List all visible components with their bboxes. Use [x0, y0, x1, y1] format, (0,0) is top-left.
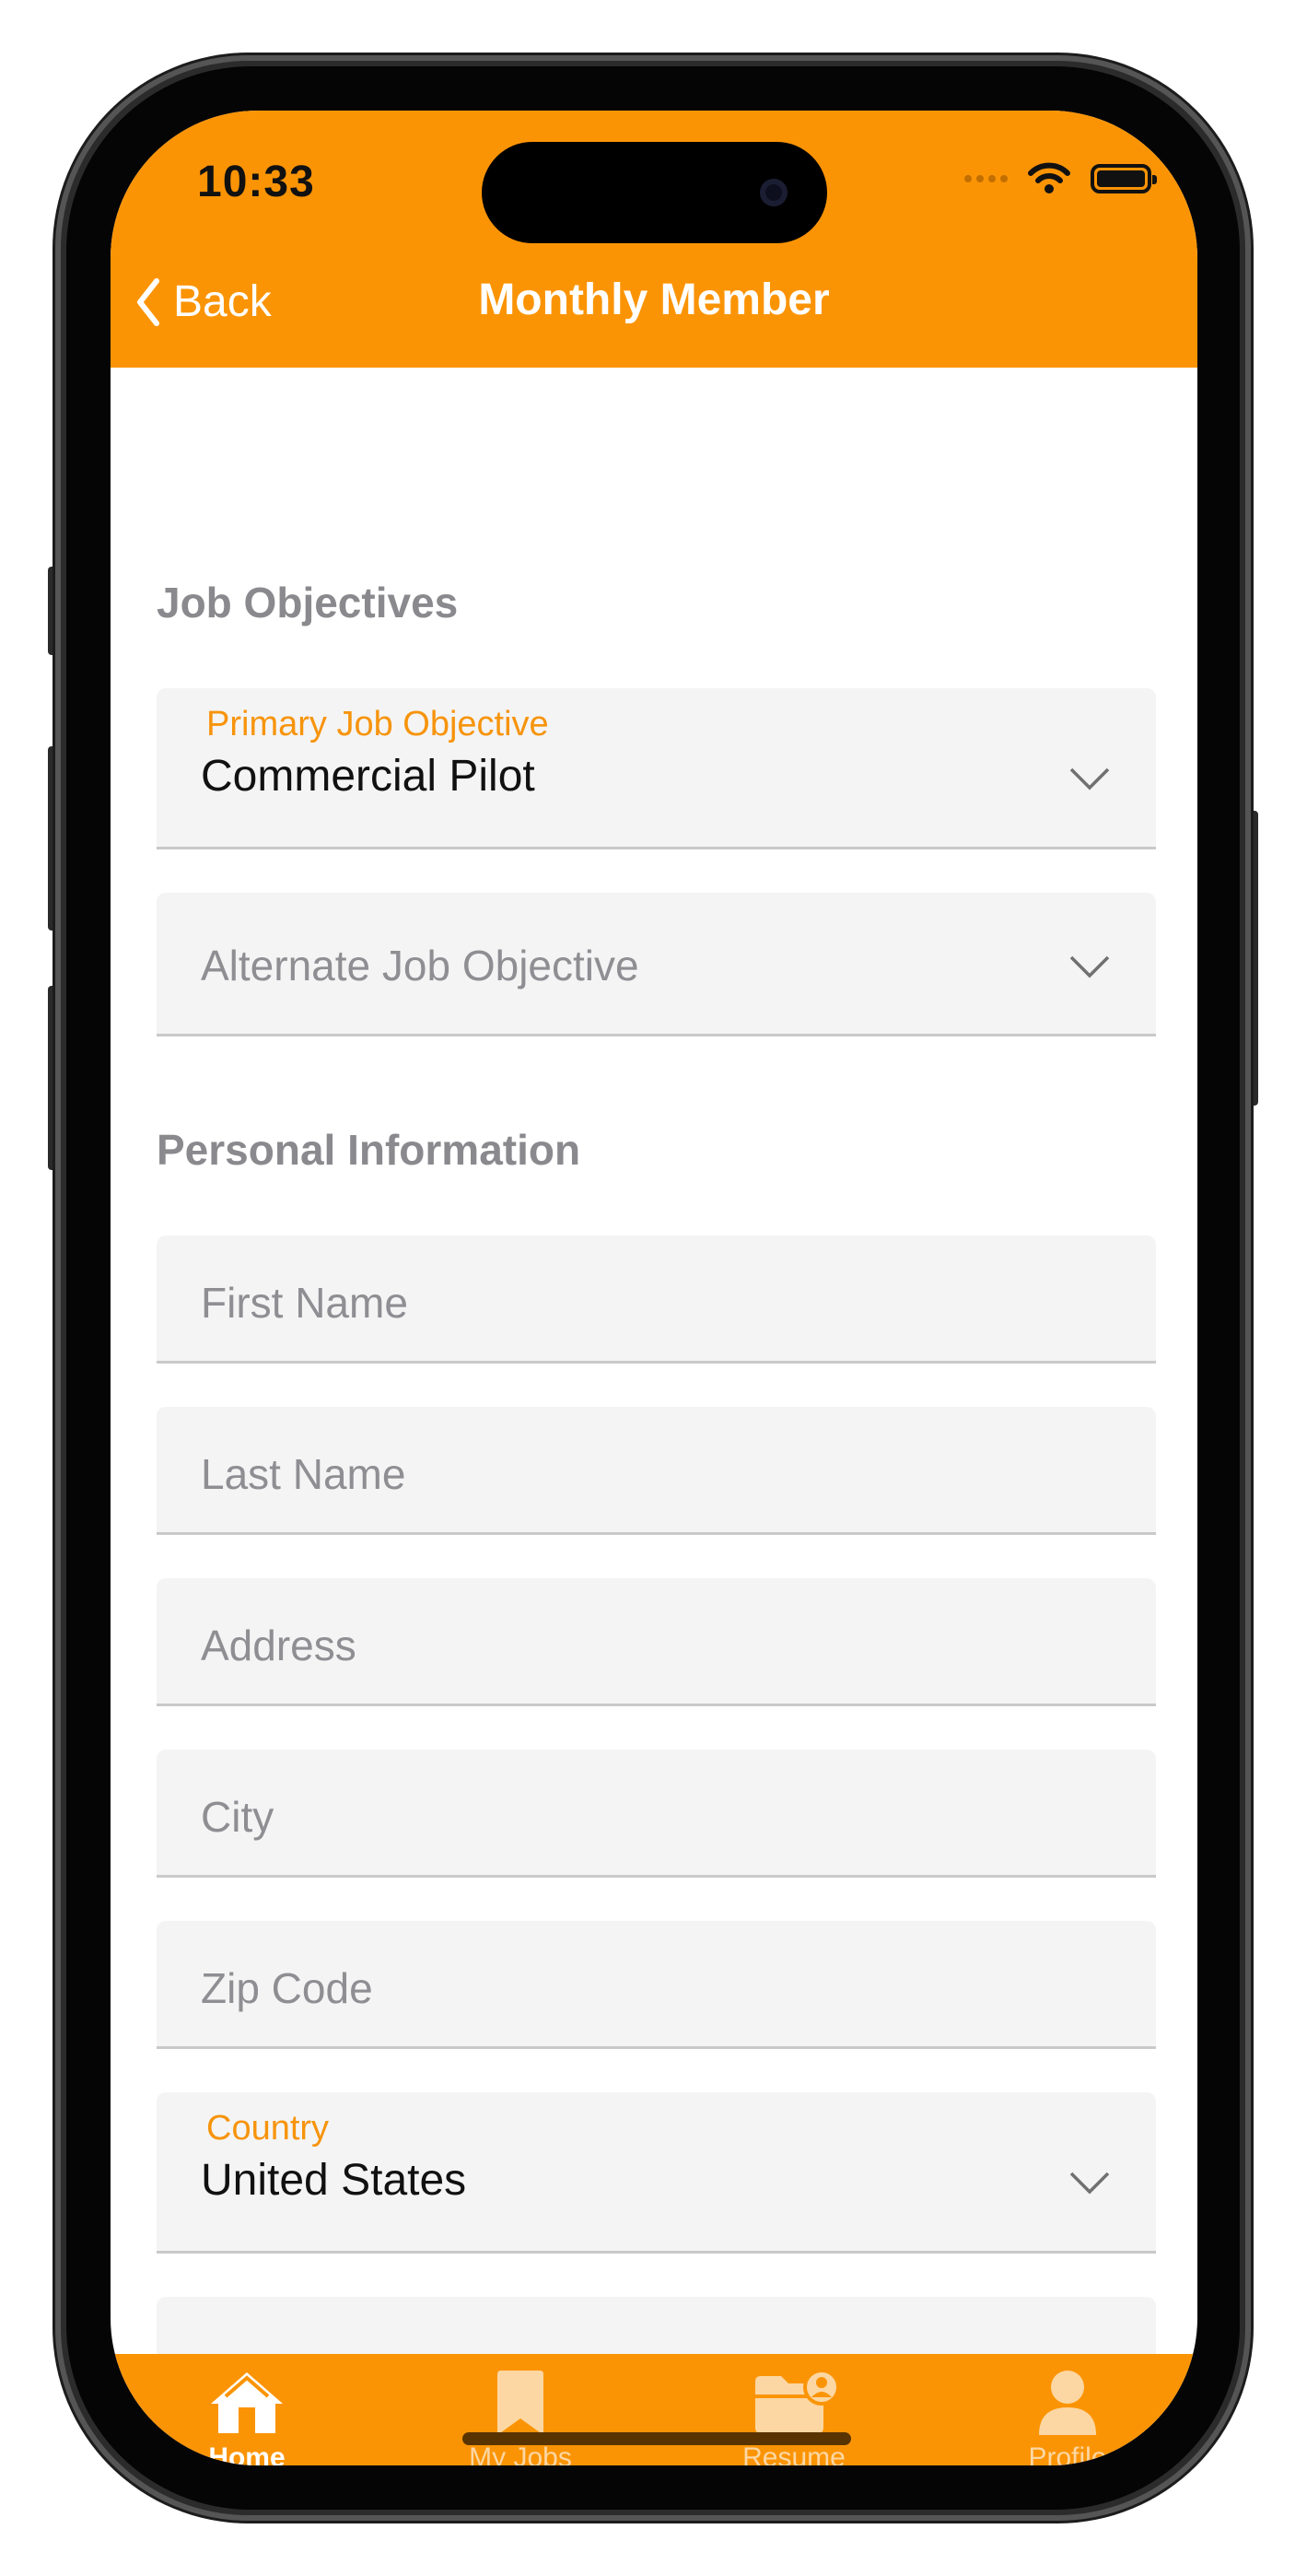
- alternate-job-objective-select[interactable]: Alternate Job Objective: [157, 893, 1156, 1036]
- cellular-signal-icon: [964, 175, 1008, 182]
- tab-profile-label: Profile: [1028, 2442, 1107, 2465]
- tab-profile[interactable]: Profile: [975, 2369, 1160, 2465]
- status-time: 10:33: [197, 158, 315, 206]
- primary-job-objective-label: Primary Job Objective: [206, 705, 549, 744]
- tab-bar: Home My Jobs Resume Profile: [111, 2354, 1197, 2465]
- bookmark-icon: [497, 2371, 543, 2435]
- primary-job-objective-value: Commercial Pilot: [201, 752, 535, 801]
- chevron-down-icon: [1069, 767, 1110, 790]
- city-placeholder: City: [201, 1793, 274, 1841]
- tab-home-label: Home: [208, 2442, 286, 2465]
- address-field[interactable]: Address: [157, 1578, 1156, 1706]
- last-name-placeholder: Last Name: [201, 1450, 406, 1498]
- state-select-partial[interactable]: [157, 2297, 1156, 2354]
- page-title: Monthly Member: [478, 275, 830, 324]
- country-label: Country: [206, 2109, 330, 2148]
- form-content: Job Objectives Primary Job Objective Com…: [111, 368, 1197, 2354]
- tab-resume-label: Resume: [742, 2442, 846, 2465]
- home-icon: [211, 2372, 283, 2433]
- section-title-job-objectives: Job Objectives: [157, 579, 459, 626]
- tab-home[interactable]: Home: [155, 2369, 339, 2465]
- home-indicator: [462, 2432, 851, 2445]
- primary-job-objective-select[interactable]: Primary Job Objective Commercial Pilot: [157, 688, 1156, 849]
- alternate-job-objective-placeholder: Alternate Job Objective: [201, 942, 639, 989]
- section-title-personal-information: Personal Information: [157, 1126, 581, 1174]
- wifi-icon: [1028, 162, 1070, 193]
- chevron-down-icon: [1069, 2172, 1110, 2195]
- first-name-placeholder: First Name: [201, 1279, 408, 1327]
- chevron-down-icon: [1069, 955, 1110, 978]
- last-name-field[interactable]: Last Name: [157, 1407, 1156, 1535]
- front-camera: [760, 179, 788, 206]
- dynamic-island: [482, 142, 827, 243]
- address-placeholder: Address: [201, 1622, 356, 1669]
- navigation-header: 10:33 Back Monthly Member: [111, 111, 1197, 368]
- tab-my-jobs[interactable]: My Jobs: [428, 2369, 613, 2465]
- status-icons: [964, 162, 1157, 195]
- tab-my-jobs-label: My Jobs: [469, 2442, 572, 2465]
- tab-resume[interactable]: Resume: [702, 2369, 886, 2465]
- battery-icon: [1091, 164, 1157, 193]
- zip-code-placeholder: Zip Code: [201, 1964, 373, 2012]
- country-select[interactable]: Country United States: [157, 2092, 1156, 2254]
- phone-screen: 10:33 Back Monthly Member Job Objectives…: [111, 111, 1197, 2465]
- country-value: United States: [201, 2156, 467, 2205]
- folder-user-icon: [755, 2369, 838, 2433]
- city-field[interactable]: City: [157, 1750, 1156, 1878]
- first-name-field[interactable]: First Name: [157, 1235, 1156, 1364]
- zip-code-field[interactable]: Zip Code: [157, 1921, 1156, 2049]
- person-icon: [1039, 2371, 1096, 2435]
